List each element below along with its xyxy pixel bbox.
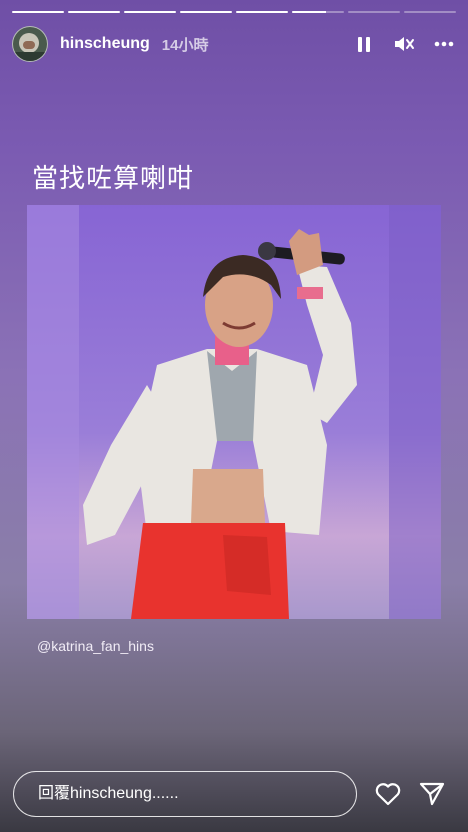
more-icon[interactable] xyxy=(432,32,456,56)
story-caption: 當找咗算喇咁 xyxy=(32,163,195,193)
progress-segment xyxy=(292,11,344,13)
pause-icon[interactable] xyxy=(352,32,376,56)
reply-field[interactable] xyxy=(13,771,357,817)
heart-icon[interactable] xyxy=(373,779,403,809)
progress-segment xyxy=(68,11,120,13)
avatar[interactable] xyxy=(12,26,48,62)
progress-segment xyxy=(12,11,64,13)
progress-segment xyxy=(348,11,400,13)
mute-icon[interactable] xyxy=(392,32,416,56)
timestamp: 14小時 xyxy=(161,36,209,54)
progress-segment xyxy=(404,11,456,13)
username[interactable]: hinscheung xyxy=(60,35,150,53)
story-header: hinscheung 14小時 xyxy=(12,26,456,62)
progress-segment xyxy=(180,11,232,13)
story-controls xyxy=(352,32,456,56)
mention-link[interactable]: @katrina_fan_hins xyxy=(37,638,154,654)
reply-input[interactable] xyxy=(36,784,340,804)
story-footer xyxy=(13,770,456,818)
progress-segment xyxy=(236,11,288,13)
story-progress-bar xyxy=(12,11,456,13)
send-icon[interactable] xyxy=(417,779,447,809)
progress-segment xyxy=(124,11,176,13)
story-photo xyxy=(27,205,441,619)
